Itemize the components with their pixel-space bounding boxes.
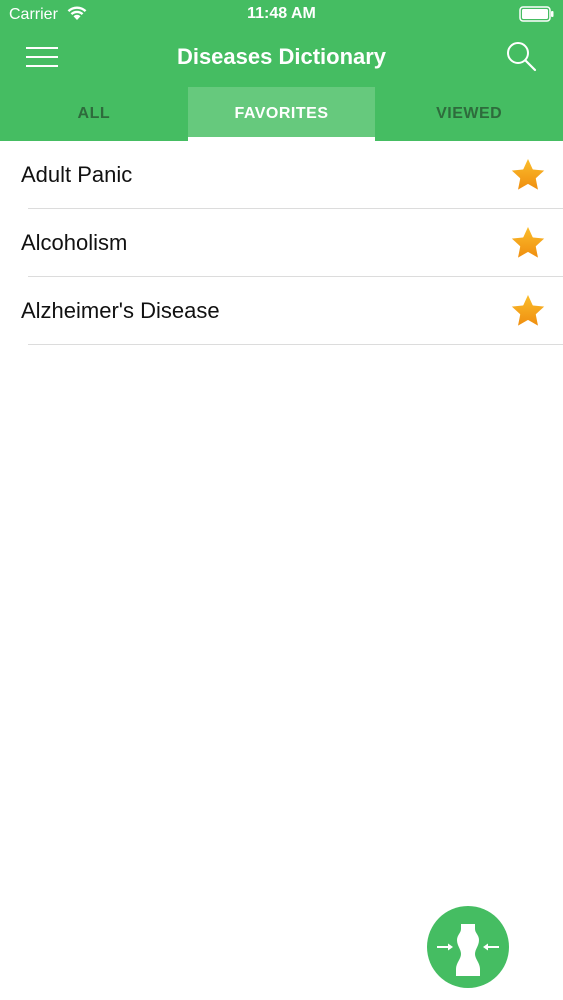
- page-title: Diseases Dictionary: [176, 44, 387, 69]
- star-icon[interactable]: [507, 154, 549, 196]
- app-header: Carrier 11:48 AM Diseases Dictionary ALL…: [0, 0, 563, 141]
- body-fit-icon: [437, 924, 499, 976]
- navigation-bar: Diseases Dictionary: [0, 30, 563, 86]
- favorites-list: Adult Panic Alcoholism Alzheimer's Disea…: [0, 141, 563, 345]
- status-bar: Carrier 11:48 AM: [0, 0, 563, 30]
- list-item[interactable]: Alcoholism: [0, 209, 563, 277]
- search-icon[interactable]: [505, 40, 537, 72]
- list-item-label: Alcoholism: [21, 230, 128, 255]
- list-item[interactable]: Adult Panic: [0, 141, 563, 209]
- tab-all[interactable]: ALL: [0, 87, 188, 141]
- battery-icon: [519, 6, 554, 22]
- tab-viewed[interactable]: VIEWED: [375, 87, 563, 141]
- tab-favorites[interactable]: FAVORITES: [187, 87, 376, 141]
- list-item-label: Alzheimer's Disease: [21, 298, 220, 323]
- list-item[interactable]: Alzheimer's Disease: [0, 277, 563, 345]
- tab-bar: ALL FAVORITES VIEWED: [0, 87, 563, 141]
- status-time: 11:48 AM: [247, 5, 316, 22]
- star-icon[interactable]: [507, 222, 549, 264]
- body-fit-button[interactable]: [427, 906, 509, 988]
- star-icon[interactable]: [507, 290, 549, 332]
- list-item-label: Adult Panic: [21, 162, 133, 187]
